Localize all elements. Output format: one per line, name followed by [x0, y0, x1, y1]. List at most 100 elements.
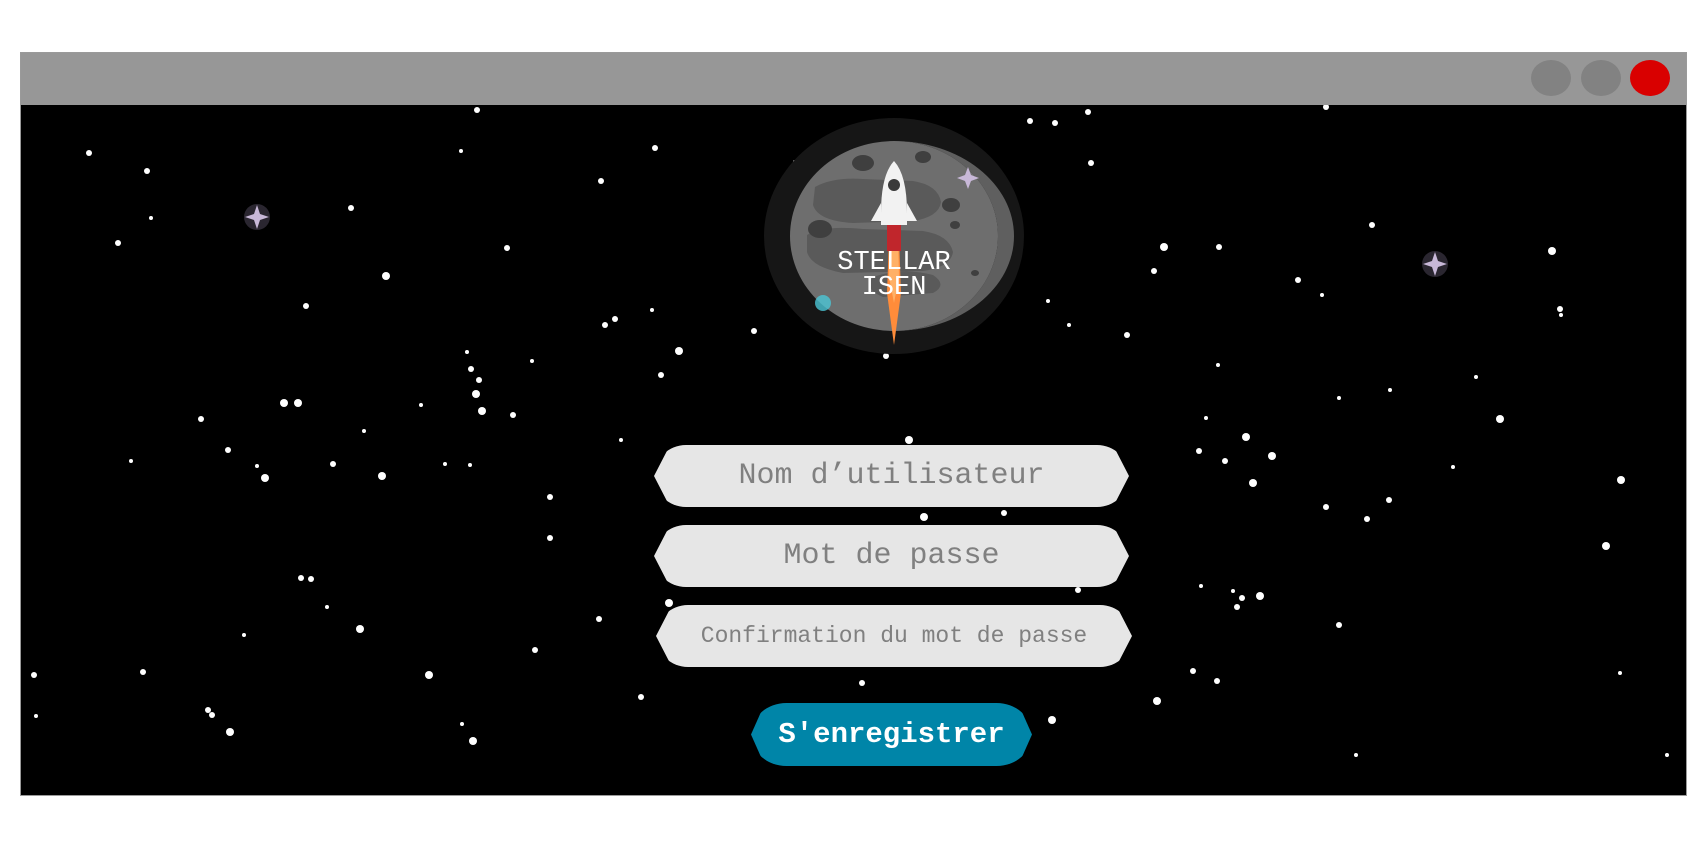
star-dot — [1617, 476, 1625, 484]
star-dot — [1153, 697, 1161, 705]
star-dot — [378, 472, 386, 480]
star-dot — [1268, 452, 1276, 460]
star-dot — [602, 322, 608, 328]
rocket-moon-icon — [764, 118, 1024, 354]
star-dot — [308, 576, 314, 582]
star-dot — [469, 737, 477, 745]
star-dot — [1256, 592, 1264, 600]
star-dot — [1320, 293, 1324, 297]
star-dot — [665, 599, 673, 607]
username-input[interactable]: Nom d’utilisateur — [654, 445, 1129, 507]
star-dot — [1618, 671, 1622, 675]
star-dot — [547, 494, 553, 500]
star-dot — [1234, 604, 1240, 610]
star-dot — [1199, 584, 1203, 588]
star-dot — [115, 240, 121, 246]
star-dot — [198, 416, 204, 422]
star-dot — [261, 474, 269, 482]
star-dot — [596, 616, 602, 622]
star-dot — [468, 366, 474, 372]
star-dot — [1231, 589, 1235, 593]
star-dot — [1075, 587, 1081, 593]
star-dot — [675, 347, 683, 355]
star-dot — [532, 647, 538, 653]
star-dot — [504, 245, 510, 251]
star-dot — [658, 372, 664, 378]
star-dot — [1295, 277, 1301, 283]
star-dot — [209, 712, 215, 718]
star-dot — [1204, 416, 1208, 420]
star-dot — [1323, 105, 1329, 110]
star-dot — [1216, 244, 1222, 250]
star-dot — [1046, 299, 1050, 303]
star-dot — [1190, 668, 1196, 674]
star-dot — [460, 722, 464, 726]
logo-title-line2: ISEN — [861, 273, 927, 303]
star-dot — [34, 714, 38, 718]
star-dot — [1001, 510, 1007, 516]
star-dot — [1354, 753, 1358, 757]
star-dot — [650, 308, 654, 312]
star-dot — [530, 359, 534, 363]
star-dot — [356, 625, 364, 633]
star-dot — [1216, 363, 1220, 367]
star-dot — [1067, 323, 1071, 327]
confirm-password-input[interactable]: Confirmation du mot de passe — [656, 605, 1132, 667]
star-dot — [129, 459, 133, 463]
star-dot — [149, 216, 153, 220]
password-input[interactable]: Mot de passe — [654, 525, 1129, 587]
star-dot — [472, 390, 480, 398]
star-dot — [1557, 306, 1563, 312]
starfield-background: STELLAR ISEN Nom d’utilisateur Mot de pa… — [21, 105, 1686, 795]
star-dot — [1665, 753, 1669, 757]
star-dot — [348, 205, 354, 211]
star-dot — [1364, 516, 1370, 522]
star-dot — [1323, 504, 1329, 510]
star-dot — [242, 633, 246, 637]
star-dot — [226, 728, 234, 736]
maximize-button[interactable] — [1581, 60, 1621, 96]
star-dot — [330, 461, 336, 467]
star-dot — [638, 694, 644, 700]
star-dot — [465, 350, 469, 354]
star-dot — [86, 150, 92, 156]
star-dot — [1474, 375, 1478, 379]
star-dot — [1451, 465, 1455, 469]
close-button[interactable] — [1630, 60, 1670, 96]
star-dot — [1027, 118, 1033, 124]
star-dot — [612, 316, 618, 322]
title-bar[interactable] — [21, 53, 1686, 105]
star-dot — [1386, 497, 1392, 503]
star-dot — [140, 669, 146, 675]
star-dot — [1151, 268, 1157, 274]
star-dot — [1496, 415, 1504, 423]
register-button[interactable]: S'enregistrer — [751, 703, 1032, 766]
app-window: STELLAR ISEN Nom d’utilisateur Mot de pa… — [20, 52, 1687, 796]
star-dot — [280, 399, 288, 407]
star-dot — [474, 107, 480, 113]
star-dot — [303, 303, 309, 309]
star-dot — [225, 447, 231, 453]
star-dot — [1124, 332, 1130, 338]
star-dot — [1222, 458, 1228, 464]
star-dot — [510, 412, 516, 418]
star-dot — [1602, 542, 1610, 550]
star-dot — [1559, 313, 1563, 317]
star-dot — [1088, 160, 1094, 166]
star-dot — [1239, 595, 1245, 601]
star-dot — [1388, 388, 1392, 392]
star-dot — [1242, 433, 1250, 441]
star-dot — [1052, 120, 1058, 126]
star-dot — [547, 535, 553, 541]
star-dot — [652, 145, 658, 151]
star-dot — [298, 575, 304, 581]
star-dot — [619, 438, 623, 442]
minimize-button[interactable] — [1531, 60, 1571, 96]
star-dot — [1214, 678, 1220, 684]
star-dot — [478, 407, 486, 415]
star-dot — [1337, 396, 1341, 400]
star-dot — [382, 272, 390, 280]
star-dot — [425, 671, 433, 679]
star-dot — [598, 178, 604, 184]
star-dot — [255, 464, 259, 468]
